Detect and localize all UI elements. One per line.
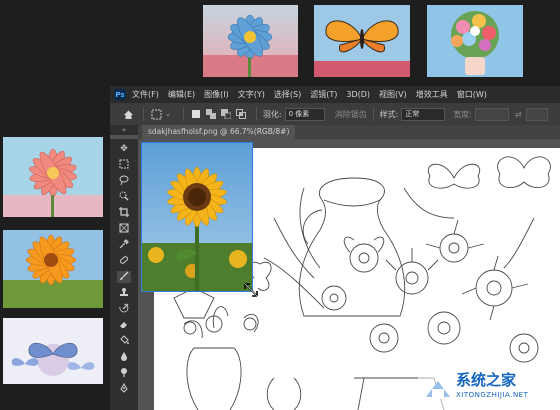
butterfly-thumbnail[interactable] [314,5,410,77]
pink-daisy-image [3,137,103,217]
lasso-icon[interactable] [117,175,131,187]
bouquet-image [427,5,523,77]
blue-daisy-thumbnail[interactable] [203,5,298,77]
menu-select[interactable]: 选择(S) [274,89,301,100]
dodge-icon[interactable] [117,367,131,379]
sunflower-image [142,143,252,291]
style-select[interactable]: 正常 [401,107,446,121]
pen-icon[interactable] [117,383,131,395]
photoshop-window: Ps 文件(F) 编辑(E) 图像(I) 文字(Y) 选择(S) 滤镜(T) 3… [110,86,560,410]
width-input[interactable] [474,107,509,121]
rect-marquee-preset-icon[interactable] [150,108,162,120]
antialias-checkbox-label[interactable]: 消除锯齿 [335,109,367,120]
add-selection-icon[interactable] [205,108,217,120]
history-brush-icon[interactable] [117,303,131,315]
menu-3d[interactable]: 3D(D) [346,90,370,99]
chevron-down-icon[interactable]: ⌄ [165,110,171,118]
menu-filter[interactable]: 滤镜(T) [310,89,337,100]
menu-edit[interactable]: 编辑(E) [168,89,195,100]
home-icon[interactable] [122,108,134,120]
menu-file[interactable]: 文件(F) [132,89,159,100]
orange-gerbera-thumbnail[interactable] [3,230,103,308]
blue-butterflies-thumbnail[interactable] [3,318,103,384]
style-label: 样式: [379,109,399,119]
subtract-selection-icon[interactable] [220,108,232,120]
watermark-url: XITONGZHIJIA.NET [456,391,529,399]
blur-icon[interactable] [117,351,131,363]
menu-plugins[interactable]: 增效工具 [416,89,448,100]
width-label: 宽度: [453,109,472,119]
document-tab[interactable]: sdakjhasfholsf.png @ 66.7%(RGB/8#) [142,125,296,139]
frame-icon[interactable] [117,223,131,235]
height-input[interactable] [525,107,548,121]
pink-daisy-thumbnail[interactable] [3,137,103,217]
eraser-icon[interactable] [117,319,131,331]
menu-type[interactable]: 文字(Y) [238,89,265,100]
toolbox-collapse-toggle[interactable]: » [110,125,138,135]
bucket-icon[interactable] [117,335,131,347]
watermark: 系统之家 XITONGZHIJIA.NET [418,363,560,410]
photoshop-app-icon: Ps [114,89,126,100]
orange-gerbera-image [3,230,103,308]
blue-butterflies-image [3,318,103,384]
resize-cursor-icon [244,282,258,297]
new-selection-icon[interactable] [190,108,202,120]
stamp-icon[interactable] [117,287,131,299]
menu-bar: Ps 文件(F) 编辑(E) 图像(I) 文字(Y) 选择(S) 滤镜(T) 3… [110,86,560,103]
eyedropper-icon[interactable] [117,239,131,251]
marquee-icon[interactable] [117,159,131,171]
feather-label: 羽化: [262,109,282,119]
dragged-sunflower-layer[interactable] [141,142,253,292]
options-bar: ⌄ 羽化: 0 像素 消除锯齿 样式: 正常 宽度: ⇄ [110,103,560,126]
brush-icon[interactable] [117,271,131,283]
bouquet-thumbnail[interactable] [427,5,523,77]
blue-daisy-image [203,5,298,77]
butterfly-image [314,5,410,77]
healing-icon[interactable] [117,255,131,267]
toolbox: ✥ [110,139,138,410]
menu-window[interactable]: 窗口(W) [457,89,487,100]
quick-select-icon[interactable] [117,191,131,203]
document-tab-bar: sdakjhasfholsf.png @ 66.7%(RGB/8#) [138,125,560,139]
menu-view[interactable]: 视图(V) [379,89,407,100]
menu-image[interactable]: 图像(I) [204,89,229,100]
move-icon[interactable]: ✥ [117,143,131,155]
swap-icon[interactable]: ⇄ [515,110,522,119]
crop-icon[interactable] [117,207,131,219]
intersect-selection-icon[interactable] [235,108,247,120]
watermark-text: 系统之家 [456,371,517,389]
feather-input[interactable]: 0 像素 [284,107,325,121]
